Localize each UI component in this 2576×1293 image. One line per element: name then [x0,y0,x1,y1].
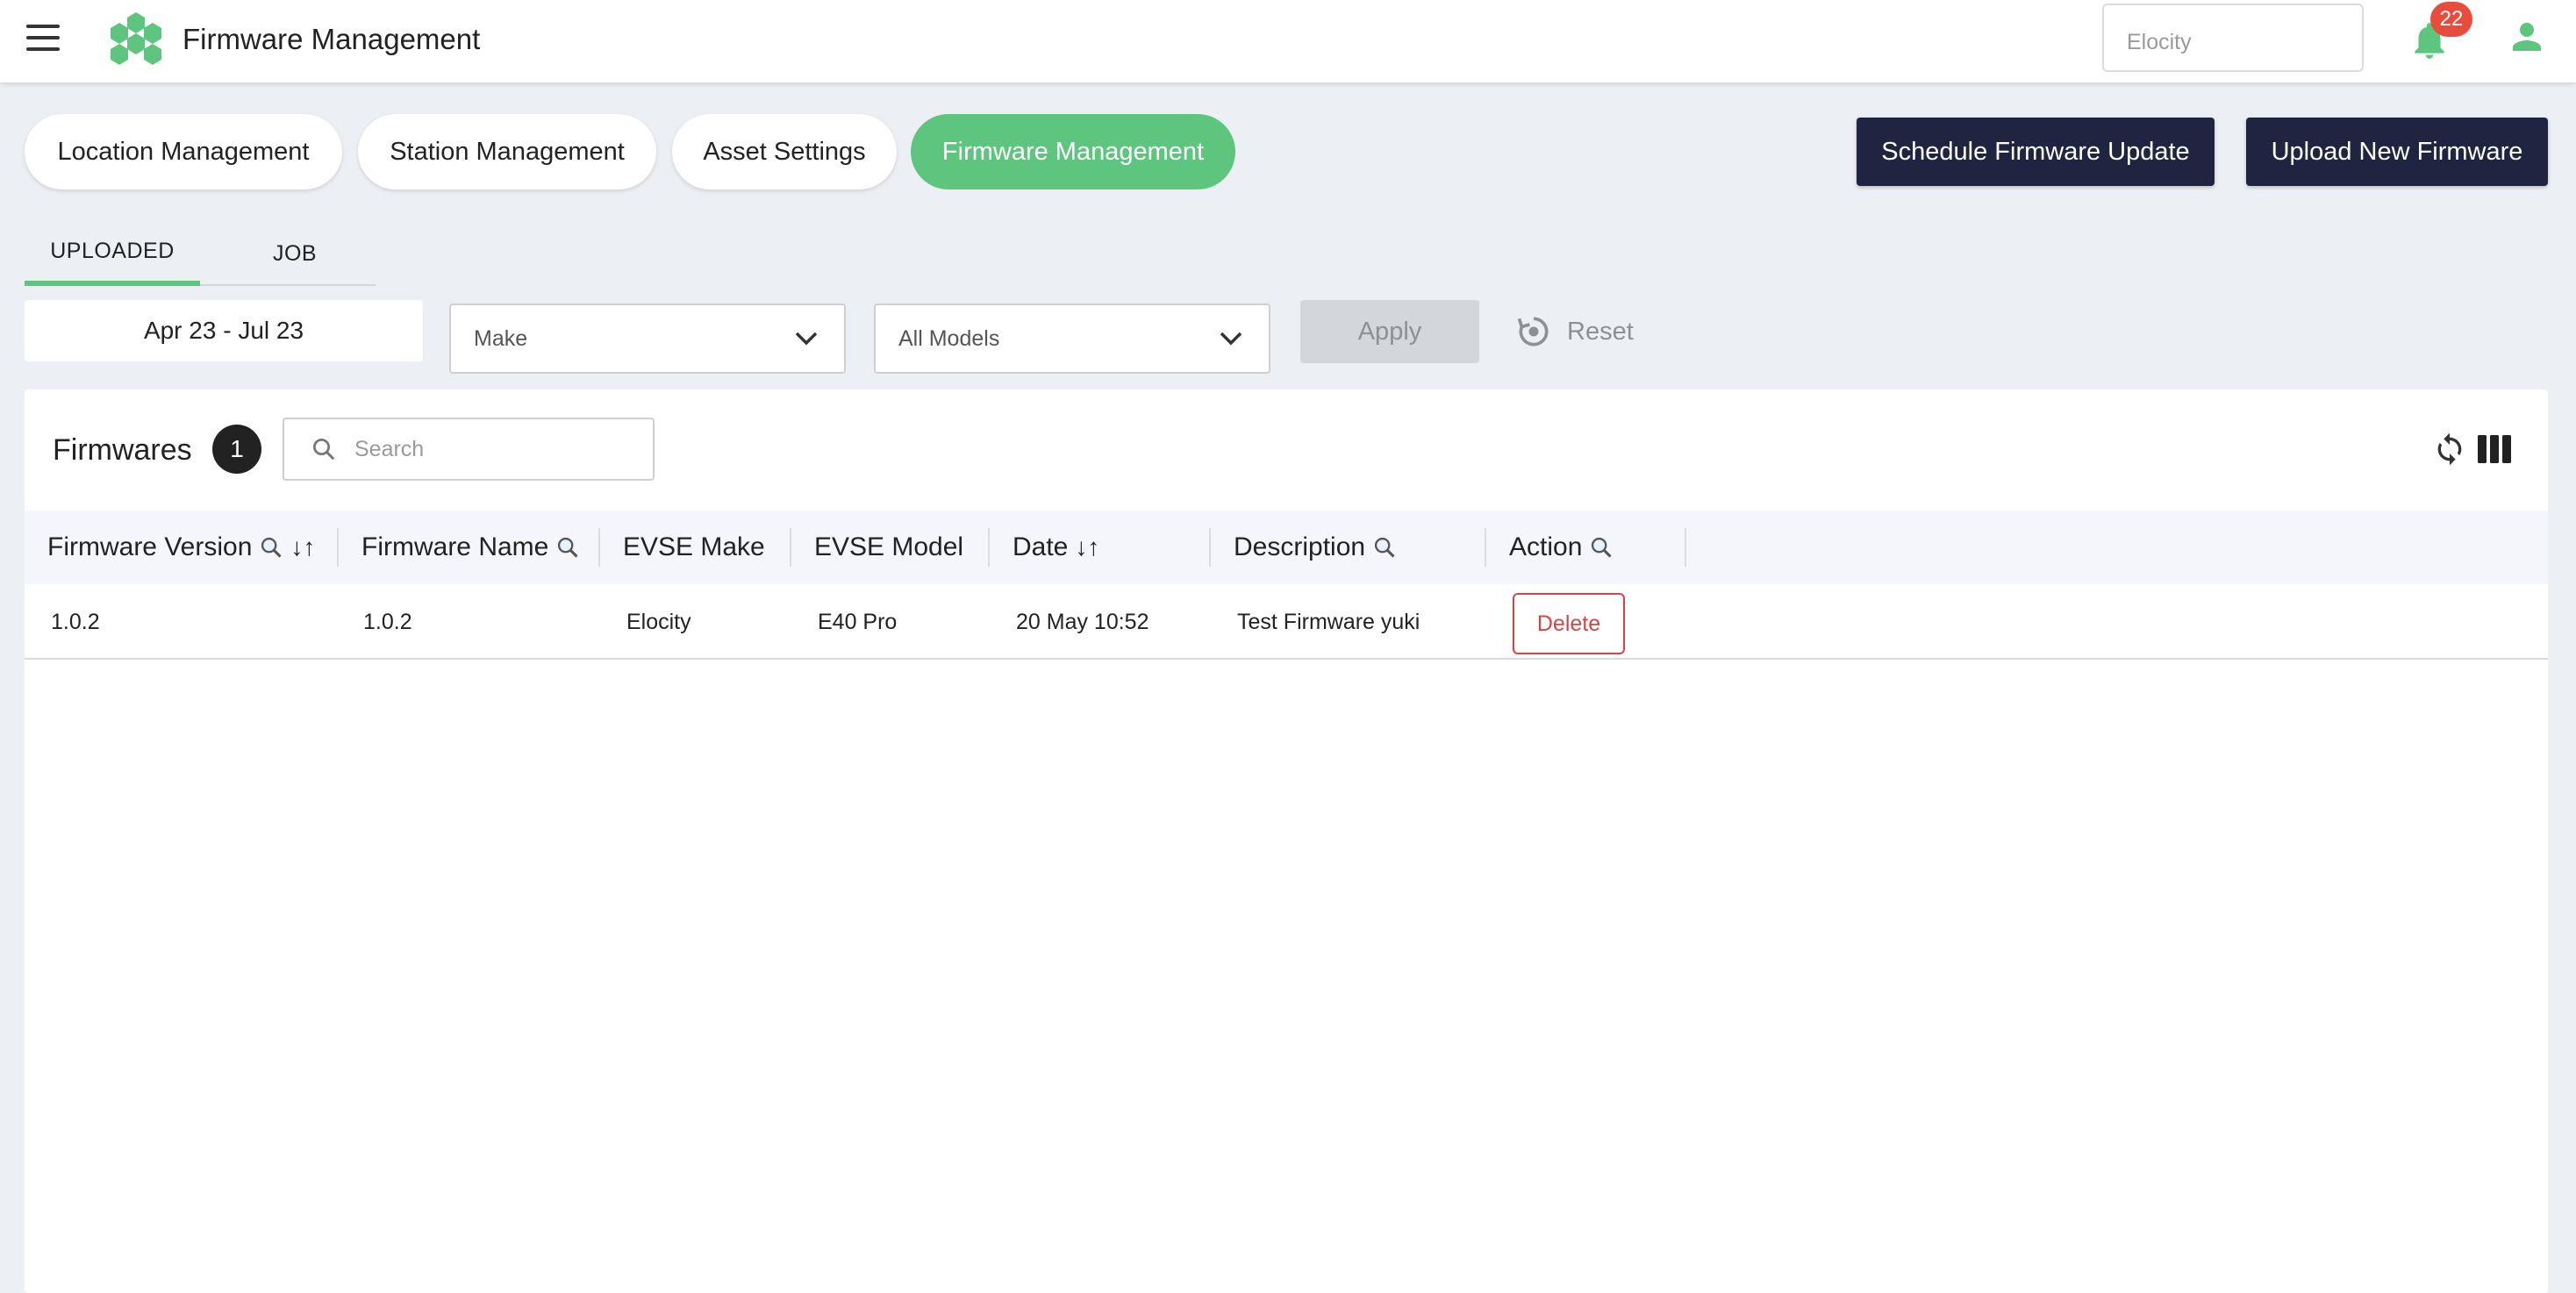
chevron-down-icon [795,332,818,346]
user-avatar-icon[interactable] [2506,16,2548,58]
search-input[interactable] [354,436,635,462]
cell-firmware-version: 1.0.2 [51,609,100,634]
refresh-icon[interactable] [2432,432,2467,467]
magnifier-icon[interactable] [555,535,580,560]
cell-description: Test Firmware yuki [1237,609,1420,634]
reset-icon [1517,317,1549,346]
column-header-label: Date [1013,532,1069,561]
make-select-placeholder: Make [474,325,528,351]
reset-label: Reset [1567,317,1634,346]
chevron-down-icon [1220,332,1242,346]
app-title: Firmware Management [182,23,481,55]
sort-icon[interactable]: ↓↑ [1075,533,1099,561]
column-header-firmware-name[interactable]: Firmware Name [339,511,600,584]
column-header-firmware-version[interactable]: Firmware Version ↓↑ [25,511,339,584]
notification-badge: 22 [2430,2,2472,37]
hexagon-logo-icon [111,12,161,65]
search-field[interactable] [283,418,655,481]
magnifier-icon[interactable] [259,535,283,560]
menu-icon[interactable] [26,25,65,56]
cell-date: 20 May 10:52 [1016,609,1149,634]
tab-firmware-management[interactable]: Firmware Management [911,114,1235,189]
column-header-evse-make[interactable]: EVSE Make [600,511,791,584]
subtab-uploaded[interactable]: UPLOADED [25,221,200,286]
column-header-description[interactable]: Description [1211,511,1486,584]
column-header-label: Action [1509,532,1583,561]
card-title: Firmwares [53,433,192,467]
column-header-label: EVSE Make [623,532,765,561]
table-row: 1.0.2 1.0.2 Elocity E40 Pro 20 May 10:52… [25,584,2548,660]
tab-asset-settings[interactable]: Asset Settings [672,114,897,189]
count-badge: 1 [212,425,261,474]
reset-button[interactable]: Reset [1514,309,1634,354]
column-header-label: EVSE Model [814,532,964,561]
column-header-label: Firmware Name [361,532,549,561]
columns-icon[interactable] [2478,435,2511,463]
subtab-bar: UPLOADED JOB [25,221,376,286]
model-select[interactable]: All Models [874,304,1270,374]
model-select-value: All Models [898,325,1000,351]
sort-icon[interactable]: ↓↑ [290,533,315,561]
cell-firmware-name: 1.0.2 [363,609,412,634]
upload-new-firmware-button[interactable]: Upload New Firmware [2246,118,2548,186]
delete-button[interactable]: Delete [1513,593,1625,654]
search-icon [313,439,335,461]
schedule-firmware-update-button[interactable]: Schedule Firmware Update [1857,118,2215,186]
magnifier-icon[interactable] [1372,535,1397,560]
column-header-evse-model[interactable]: EVSE Model [791,511,990,584]
firmwares-card: Firmwares 1 Firmware Version ↓↑ Firmware… [25,389,2548,1293]
table-header: Firmware Version ↓↑ Firmware Name EVSE M… [25,511,2548,584]
cell-evse-model: E40 Pro [818,609,898,634]
tenant-selector[interactable]: Elocity [2102,4,2364,72]
column-header-label: Firmware Version [47,532,253,561]
date-range-picker[interactable]: Apr 23 - Jul 23 [25,300,423,361]
apply-button[interactable]: Apply [1300,300,1479,363]
tab-location-management[interactable]: Location Management [25,114,342,189]
magnifier-icon[interactable] [1589,535,1614,560]
column-header-label: Description [1234,532,1366,561]
cell-evse-make: Elocity [626,609,691,634]
top-app-bar: Firmware Management Elocity 22 [0,0,2576,82]
subtab-job[interactable]: JOB [218,221,372,286]
make-select[interactable]: Make [449,304,846,374]
tab-station-management[interactable]: Station Management [358,114,656,189]
column-header-action[interactable]: Action [1486,511,1686,584]
column-header-date[interactable]: Date ↓↑ [990,511,1211,584]
